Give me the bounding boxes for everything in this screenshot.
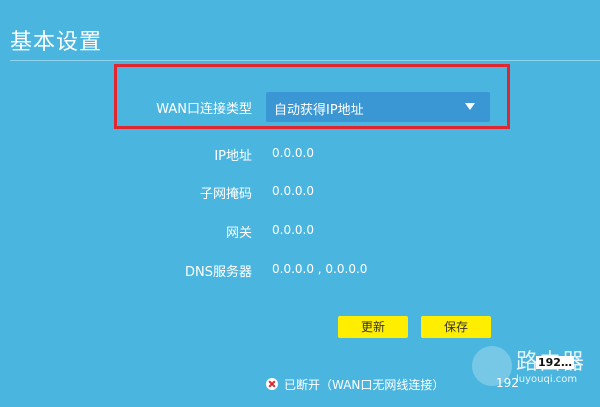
gateway-row: 网关 0.0.0.0 bbox=[0, 216, 600, 246]
save-button[interactable]: 保存 bbox=[421, 316, 491, 338]
caret-down-icon[interactable] bbox=[465, 103, 475, 110]
gateway-value: 0.0.0.0 bbox=[272, 223, 314, 237]
basic-settings-page: 基本设置 WAN口连接类型 自动获得IP地址 IP地址 0.0.0.0 子网掩码… bbox=[0, 0, 600, 407]
watermark-text: 路由器 bbox=[516, 350, 586, 375]
refresh-button[interactable]: 更新 bbox=[338, 316, 408, 338]
ip-label: IP地址 bbox=[214, 149, 252, 164]
disconnected-icon bbox=[266, 378, 278, 390]
subnet-mask-label: 子网掩码 bbox=[199, 187, 252, 202]
subnet-mask-value: 0.0.0.0 bbox=[272, 184, 314, 198]
lan-ip-fragment: 192 bbox=[496, 376, 519, 390]
dns-value: 0.0.0.0 , 0.0.0.0 bbox=[272, 262, 368, 276]
watermark-url: luyouqi.com bbox=[516, 374, 578, 385]
title-divider bbox=[10, 60, 600, 61]
connection-status-text: 已断开（WAN口无网线连接） bbox=[284, 378, 445, 392]
wan-type-label: WAN口连接类型 bbox=[156, 102, 252, 117]
wan-type-select[interactable]: 自动获得IP地址 bbox=[266, 92, 490, 122]
site-watermark: 路由器 192… luyouqi.com bbox=[470, 340, 600, 407]
page-title: 基本设置 bbox=[10, 30, 103, 55]
ip-row: IP地址 0.0.0.0 bbox=[0, 139, 600, 169]
dns-row: DNS服务器 0.0.0.0 , 0.0.0.0 bbox=[0, 255, 600, 285]
ip-value: 0.0.0.0 bbox=[272, 146, 314, 160]
watermark-badge: 192… bbox=[536, 356, 574, 369]
dns-label: DNS服务器 bbox=[185, 265, 252, 280]
subnet-mask-row: 子网掩码 0.0.0.0 bbox=[0, 177, 600, 207]
gateway-label: 网关 bbox=[225, 226, 252, 241]
wan-type-selected-value: 自动获得IP地址 bbox=[274, 103, 364, 118]
connection-status: 已断开（WAN口无网线连接） bbox=[266, 376, 444, 394]
